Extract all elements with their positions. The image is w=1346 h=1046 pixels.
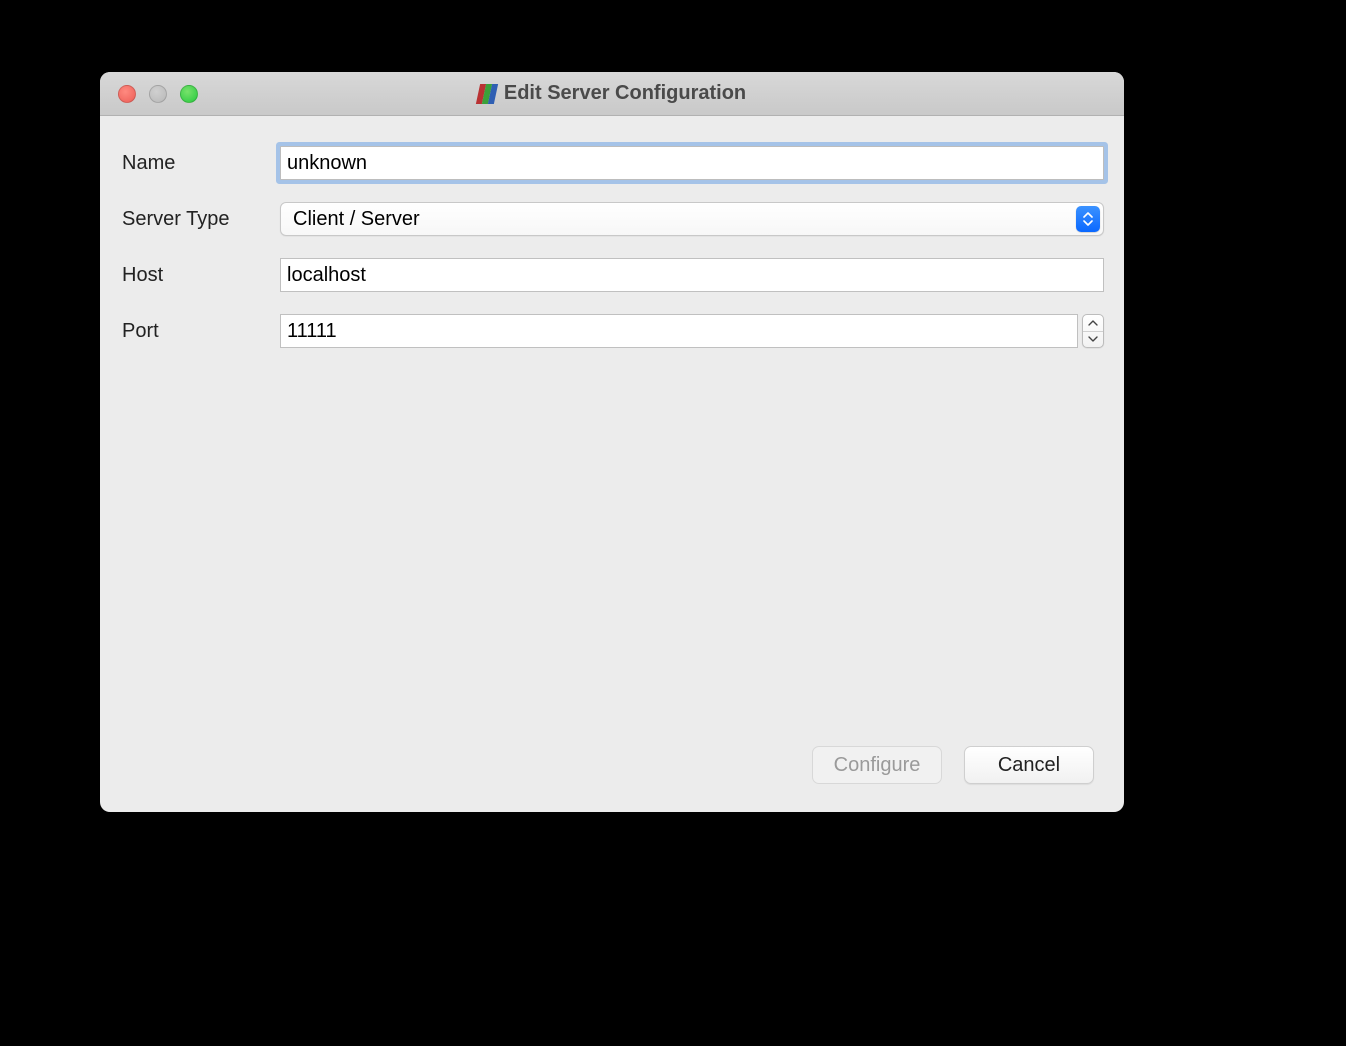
close-window-button[interactable]	[118, 85, 136, 103]
configure-button-label: Configure	[834, 754, 921, 777]
server-type-select[interactable]: Client / Server	[280, 202, 1104, 236]
name-label: Name	[120, 152, 280, 175]
select-arrows-icon[interactable]	[1076, 206, 1100, 232]
chevron-up-icon	[1088, 320, 1098, 326]
port-label: Port	[120, 320, 280, 343]
port-step-up-button[interactable]	[1083, 315, 1103, 332]
port-step-down-button[interactable]	[1083, 332, 1103, 348]
port-stepper	[1082, 314, 1104, 348]
server-type-field-wrap: Client / Server	[280, 202, 1104, 236]
minimize-window-button[interactable]	[149, 85, 167, 103]
dialog-window: Edit Server Configuration Name Server Ty…	[100, 72, 1124, 812]
name-input[interactable]	[280, 146, 1104, 180]
server-type-value: Client / Server	[293, 208, 420, 231]
cancel-button-label: Cancel	[998, 754, 1060, 777]
port-input[interactable]	[280, 314, 1078, 348]
app-icon	[476, 84, 498, 104]
window-title: Edit Server Configuration	[504, 82, 746, 105]
chevron-down-icon	[1088, 336, 1098, 342]
name-field-wrap	[280, 146, 1104, 180]
host-label: Host	[120, 264, 280, 287]
host-input[interactable]	[280, 258, 1104, 292]
dialog-content: Name Server Type Client / Server Host Po…	[100, 116, 1124, 812]
title-center: Edit Server Configuration	[478, 82, 746, 105]
port-field-wrap	[280, 314, 1104, 348]
cancel-button[interactable]: Cancel	[964, 746, 1094, 784]
button-row: Configure Cancel	[120, 746, 1104, 792]
zoom-window-button[interactable]	[180, 85, 198, 103]
titlebar: Edit Server Configuration	[100, 72, 1124, 116]
traffic-lights	[118, 85, 198, 103]
server-type-label: Server Type	[120, 208, 280, 231]
configure-button[interactable]: Configure	[812, 746, 942, 784]
host-field-wrap	[280, 258, 1104, 292]
form: Name Server Type Client / Server Host Po…	[120, 146, 1104, 348]
